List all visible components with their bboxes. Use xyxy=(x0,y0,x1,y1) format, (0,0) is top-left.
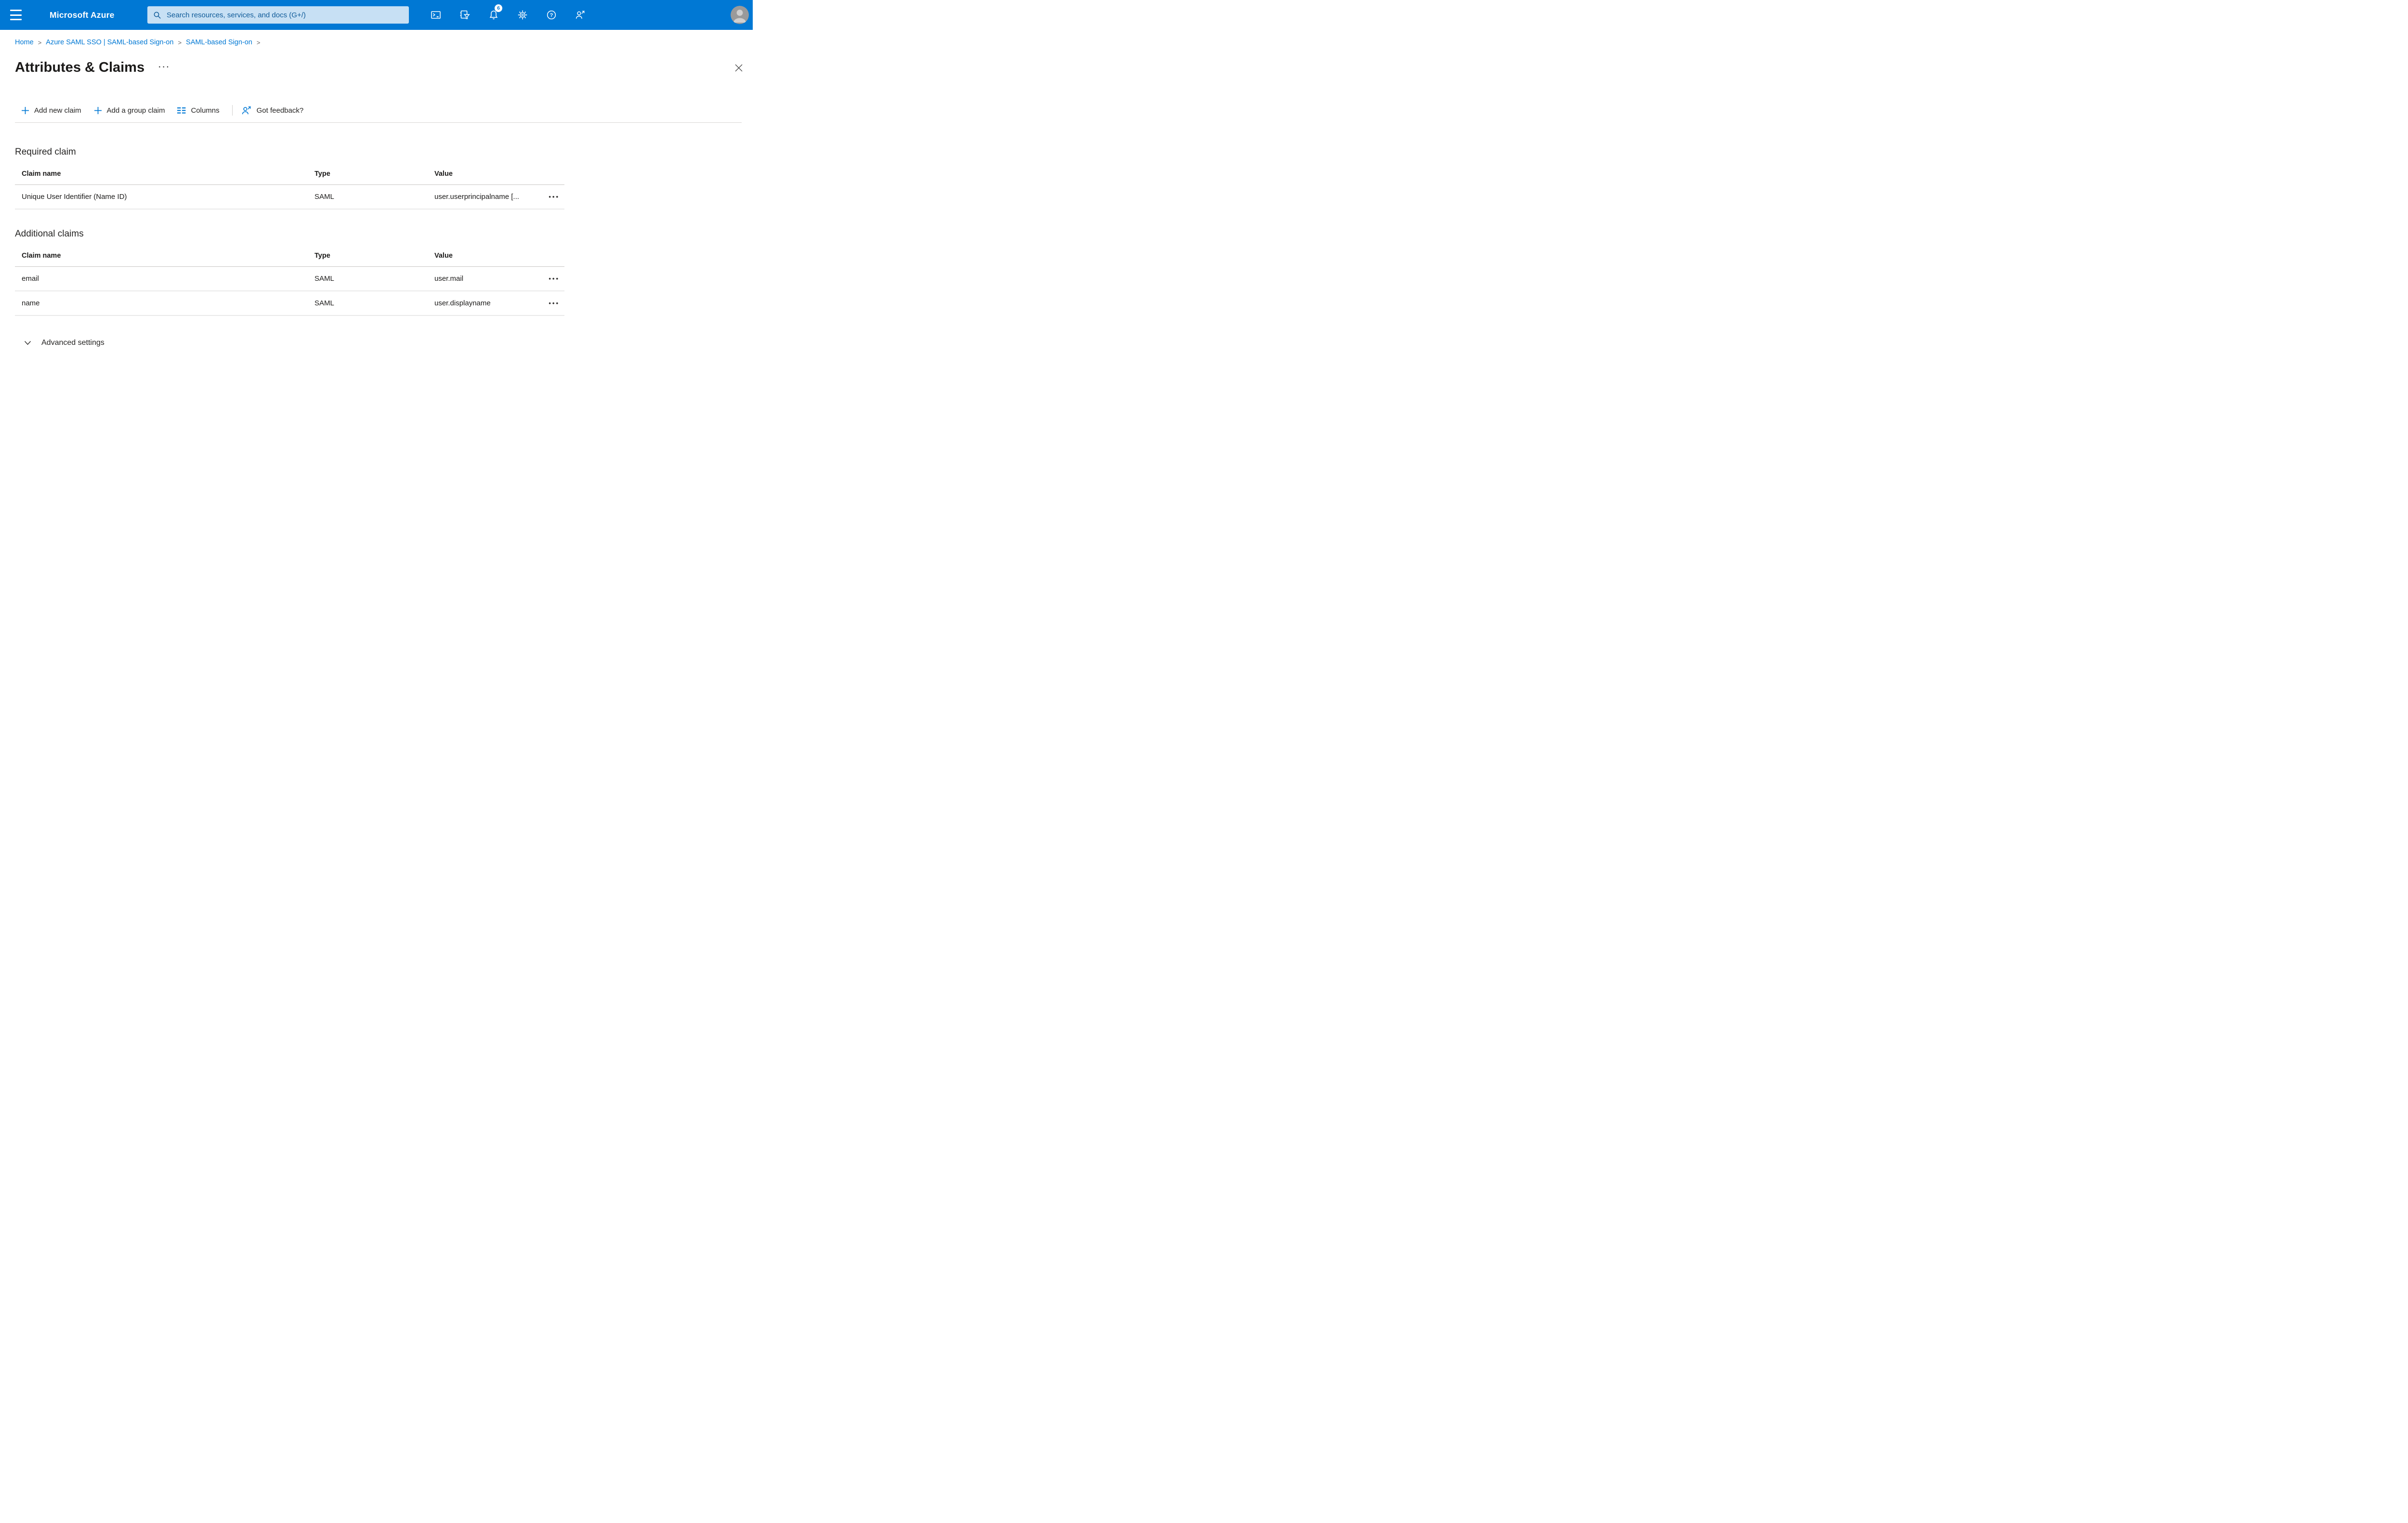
advanced-settings-label: Advanced settings xyxy=(41,339,105,347)
column-header-claim-name: Claim name xyxy=(22,252,61,260)
notification-badge: 6 xyxy=(495,4,502,12)
breadcrumb-separator: > xyxy=(256,39,261,46)
column-header-value: Value xyxy=(434,170,453,178)
claim-name-cell[interactable]: email xyxy=(15,275,314,283)
breadcrumb-link-saml-signon[interactable]: SAML-based Sign-on xyxy=(186,39,252,46)
page-title: Attributes & Claims xyxy=(15,60,145,75)
plus-icon xyxy=(22,106,29,114)
add-group-claim-label: Add a group claim xyxy=(106,106,165,115)
help-button[interactable]: ? xyxy=(543,6,560,24)
claim-name-cell[interactable]: Unique User Identifier (Name ID) xyxy=(15,193,314,201)
cloud-shell-icon xyxy=(431,11,441,19)
breadcrumb-separator: > xyxy=(178,39,182,46)
azure-brand-link[interactable]: Microsoft Azure xyxy=(50,0,115,30)
columns-icon xyxy=(177,107,186,114)
got-feedback-label: Got feedback? xyxy=(256,106,304,115)
additional-claims-heading: Additional claims xyxy=(15,229,84,239)
close-button[interactable] xyxy=(733,63,744,73)
toolbar-rule xyxy=(15,122,742,123)
table-header-row: Claim name Type Value xyxy=(15,170,564,185)
avatar-silhouette xyxy=(731,6,749,24)
add-group-claim-button[interactable]: Add a group claim xyxy=(94,106,165,115)
claim-type-cell: SAML xyxy=(314,275,334,283)
close-icon xyxy=(735,64,743,72)
column-header-value: Value xyxy=(434,252,453,260)
page-header: Attributes & Claims ··· xyxy=(15,59,753,76)
table-row: Unique User Identifier (Name ID) SAML us… xyxy=(15,185,564,210)
table-row: name SAML user.displayname ••• xyxy=(15,291,564,316)
directory-filter-button[interactable] xyxy=(456,6,473,24)
row-actions-ellipsis-button[interactable]: ••• xyxy=(548,192,561,201)
add-new-claim-button[interactable]: Add new claim xyxy=(21,106,81,115)
hamburger-menu-button[interactable] xyxy=(10,10,23,20)
column-header-claim-name: Claim name xyxy=(22,170,61,178)
add-new-claim-label: Add new claim xyxy=(34,106,81,115)
svg-text:?: ? xyxy=(550,13,553,18)
additional-claims-table: Claim name Type Value email SAML user.ma… xyxy=(15,252,564,316)
gear-icon xyxy=(518,10,527,20)
required-claims-table: Claim name Type Value Unique User Identi… xyxy=(15,170,564,210)
feedback-person-icon xyxy=(242,105,251,115)
azure-top-bar: Microsoft Azure Search resources, servic… xyxy=(0,0,753,30)
settings-button[interactable] xyxy=(514,6,531,24)
breadcrumb-link-saml-sso[interactable]: Azure SAML SSO | SAML-based Sign-on xyxy=(46,39,173,46)
cloud-shell-button[interactable] xyxy=(427,6,445,24)
advanced-settings-toggle[interactable]: Advanced settings xyxy=(15,338,107,348)
claim-value-cell[interactable]: user.userprincipalname [... xyxy=(434,193,537,201)
claim-name-cell[interactable]: name xyxy=(15,299,314,307)
search-input[interactable] xyxy=(166,10,404,20)
directory-filter-icon xyxy=(460,10,470,19)
columns-label: Columns xyxy=(191,106,220,115)
columns-button[interactable]: Columns xyxy=(177,106,220,115)
column-header-type: Type xyxy=(314,252,330,260)
help-icon: ? xyxy=(547,10,556,20)
table-header-row: Claim name Type Value xyxy=(15,252,564,267)
breadcrumb-separator: > xyxy=(38,39,42,46)
column-header-type: Type xyxy=(314,170,330,178)
notifications-button[interactable]: 6 xyxy=(485,4,502,24)
claim-value-cell[interactable]: user.displayname xyxy=(434,299,537,307)
claim-value-cell[interactable]: user.mail xyxy=(434,275,537,283)
toolbar-divider xyxy=(232,105,233,116)
feedback-button[interactable] xyxy=(572,6,589,24)
global-search-box xyxy=(147,6,409,24)
account-avatar[interactable] xyxy=(731,6,749,24)
table-row: email SAML user.mail ••• xyxy=(15,267,564,291)
page-context-menu-button[interactable]: ··· xyxy=(157,64,171,71)
row-actions-ellipsis-button[interactable]: ••• xyxy=(548,299,561,308)
topbar-icon-group: 6 ? xyxy=(427,4,589,24)
person-feedback-icon xyxy=(576,10,585,19)
breadcrumb: Home > Azure SAML SSO | SAML-based Sign-… xyxy=(0,30,753,46)
hamburger-icon xyxy=(10,10,22,11)
got-feedback-button[interactable]: Got feedback? xyxy=(241,105,304,116)
chevron-down-icon xyxy=(24,341,31,345)
required-claim-heading: Required claim xyxy=(15,147,76,157)
breadcrumb-link-home[interactable]: Home xyxy=(15,39,34,46)
claim-type-cell: SAML xyxy=(314,299,334,307)
command-bar: Add new claim Add a group claim Columns … xyxy=(0,98,753,122)
claim-type-cell: SAML xyxy=(314,193,334,201)
row-actions-ellipsis-button[interactable]: ••• xyxy=(548,274,561,283)
plus-icon xyxy=(94,106,102,114)
search-icon xyxy=(154,12,161,19)
